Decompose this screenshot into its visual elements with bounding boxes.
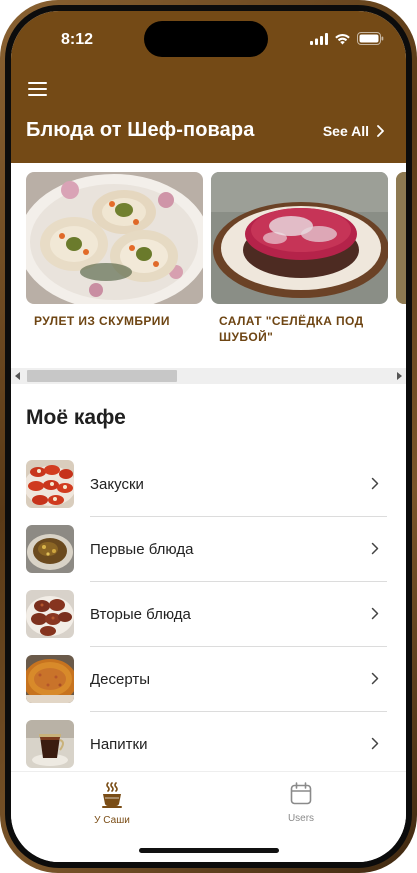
dish-photo-mackerel-roll [26, 172, 203, 304]
chef-dishes-carousel[interactable]: РУЛЕТ ИЗ СКУМБРИИ САЛАТ "СЕЛЁДКА ПОД ШУБ… [11, 163, 406, 383]
chevron-right-icon [371, 672, 379, 685]
dish-photo-herring-salad [211, 172, 388, 304]
app-header: 8:12 Блюда от Шеф-повара See All [11, 11, 406, 163]
see-all-button[interactable]: See All [323, 123, 384, 139]
dish-card-mackerel-roll[interactable]: РУЛЕТ ИЗ СКУМБРИИ [26, 172, 203, 329]
scrollbar-thumb[interactable] [27, 370, 177, 382]
tab-u-sashi[interactable]: У Саши [52, 782, 172, 826]
dynamic-island [144, 21, 268, 57]
chevron-right-icon [371, 542, 379, 555]
category-row-main-courses[interactable]: Вторые блюда [11, 582, 406, 647]
hamburger-menu-icon[interactable] [28, 81, 48, 97]
category-row-desserts[interactable]: Десерты [11, 647, 406, 712]
dish-photo-partial [396, 172, 406, 304]
dish-card-herring-salad[interactable]: САЛАТ "СЕЛЁДКА ПОД ШУБОЙ" [211, 172, 388, 345]
category-thumbnail [26, 460, 74, 508]
category-thumbnail [26, 720, 74, 768]
tab-label: Users [287, 813, 315, 824]
category-row-first-courses[interactable]: Первые блюда [11, 517, 406, 582]
app-screen: 8:12 Блюда от Шеф-повара See All РУЛЕТ И… [11, 11, 406, 862]
dish-card-partial[interactable] [396, 172, 406, 304]
category-label: Вторые блюда [90, 606, 191, 623]
home-indicator[interactable] [139, 848, 279, 853]
chevron-right-icon [371, 737, 379, 750]
battery-icon [357, 32, 384, 45]
coffee-cup-icon [102, 782, 122, 808]
calendar-icon [290, 782, 312, 805]
scroll-right-icon[interactable] [397, 372, 402, 380]
dish-label: РУЛЕТ ИЗ СКУМБРИИ [34, 314, 170, 328]
category-thumbnail [26, 655, 74, 703]
status-time: 8:12 [61, 31, 94, 48]
category-label: Закуски [90, 476, 144, 493]
chevron-right-icon [371, 607, 379, 620]
status-icons [310, 32, 384, 45]
category-row-appetizers[interactable]: Закуски [11, 452, 406, 517]
chevron-right-icon [377, 125, 384, 137]
category-label: Десерты [90, 671, 151, 688]
category-list: Закуски Первые блюда Вторые блюда Десерт… [11, 452, 406, 777]
category-label: Напитки [90, 736, 148, 753]
signal-icon [310, 32, 328, 45]
chef-dishes-title: Блюда от Шеф-повара [26, 119, 255, 141]
category-label: Первые блюда [90, 541, 194, 558]
category-thumbnail [26, 590, 74, 638]
category-row-drinks[interactable]: Напитки [11, 712, 406, 777]
scroll-left-icon[interactable] [15, 372, 20, 380]
carousel-scrollbar[interactable] [11, 368, 406, 384]
dish-label: САЛАТ "СЕЛЁДКА ПОД ШУБОЙ" [219, 314, 364, 344]
see-all-label: See All [322, 123, 369, 139]
my-cafe-title: Моё кафе [26, 406, 126, 429]
tab-users[interactable]: Users [241, 782, 361, 824]
tab-label: У Саши [94, 815, 130, 826]
category-thumbnail [26, 525, 74, 573]
wifi-icon [335, 33, 350, 44]
chevron-right-icon [371, 477, 379, 490]
